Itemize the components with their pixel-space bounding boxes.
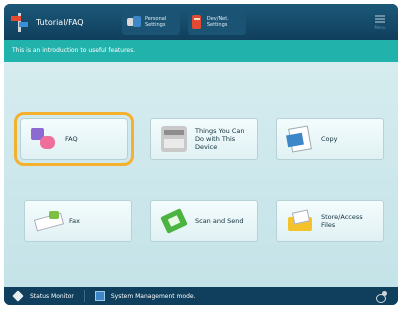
faq-icon: [31, 126, 57, 152]
header-bar: Tutorial/FAQ Personal Settings Dev/Net. …: [4, 4, 398, 40]
footer-divider: [83, 290, 85, 302]
status-monitor-icon: [12, 290, 24, 302]
menu-icon: [375, 14, 385, 23]
fax-icon: [33, 208, 65, 234]
system-mode-indicator: System Management mode.: [94, 291, 196, 301]
tile-faq[interactable]: FAQ: [14, 112, 134, 166]
system-management-icon: [94, 291, 105, 301]
tile-copy[interactable]: Copy: [276, 118, 384, 160]
copy-icon: [286, 125, 313, 153]
tile-scan-and-send[interactable]: Scan and Send: [150, 200, 258, 242]
tile-label: Store/Access Files: [321, 213, 363, 229]
tile-label: Scan and Send: [195, 217, 244, 225]
device-screen: Tutorial/FAQ Personal Settings Dev/Net. …: [4, 4, 398, 305]
status-monitor-button[interactable]: Status Monitor: [4, 290, 74, 302]
device-icon: [161, 126, 187, 152]
tutorial-faq-title-button[interactable]: Tutorial/FAQ: [10, 9, 84, 35]
personal-settings-label: Personal Settings: [144, 16, 167, 28]
tile-label: Things You Can Do with This Device: [195, 127, 245, 151]
tile-label: Copy: [321, 135, 338, 143]
tile-fax[interactable]: Fax: [24, 200, 132, 242]
personal-settings-button[interactable]: Personal Settings: [122, 9, 180, 35]
user-icon[interactable]: [376, 291, 388, 303]
footer-bar: Status Monitor System Management mode.: [4, 287, 398, 305]
tile-store-access-files[interactable]: Store/Access Files: [276, 200, 384, 242]
menu-button[interactable]: Menu: [368, 9, 392, 35]
signpost-icon: [10, 12, 28, 32]
device-settings-button[interactable]: Dev/Net. Settings: [188, 9, 246, 35]
tile-label: Fax: [69, 217, 80, 225]
scan-icon: [160, 208, 188, 234]
system-mode-label: System Management mode.: [110, 292, 196, 300]
personal-settings-icon: [126, 16, 141, 28]
menu-label: Menu: [374, 24, 386, 30]
tile-label: FAQ: [65, 135, 78, 143]
storage-icon: [287, 208, 313, 234]
intro-text: This is an introduction to useful featur…: [4, 40, 398, 62]
device-settings-label: Dev/Net. Settings: [206, 16, 229, 28]
feature-grid: FAQ Things You Can Do with This Device C…: [4, 62, 398, 287]
status-monitor-label: Status Monitor: [30, 292, 74, 300]
device-settings-icon: [192, 15, 201, 29]
tile-things-you-can-do[interactable]: Things You Can Do with This Device: [150, 118, 258, 160]
app-title: Tutorial/FAQ: [36, 17, 84, 27]
